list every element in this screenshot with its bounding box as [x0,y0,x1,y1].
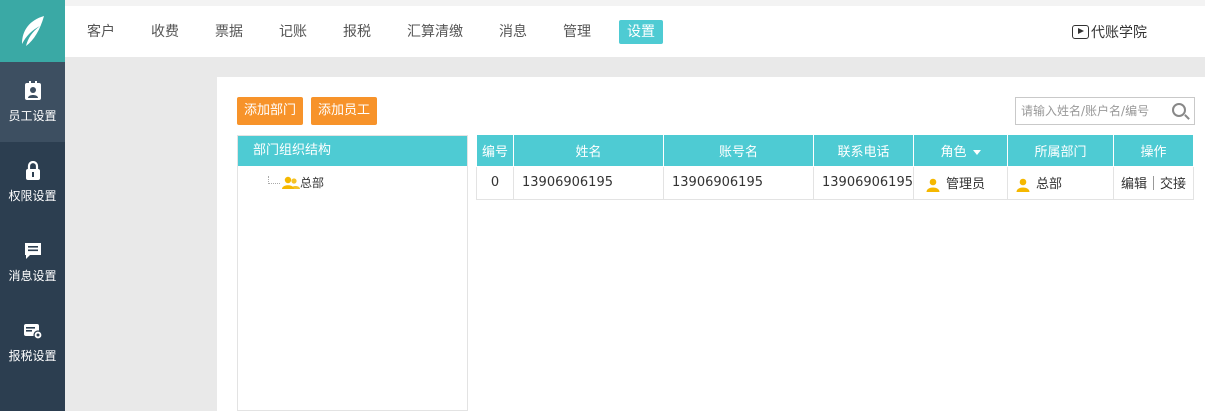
nav-item-annual-settlement[interactable]: 汇算清缴 [399,20,471,44]
feather-logo-icon [21,16,44,46]
tree-node-label: 总部 [300,176,325,190]
tree-connector [268,175,280,184]
add-department-button[interactable]: 添加部门 [237,97,304,125]
nav-item-tax-filing[interactable]: 报税 [335,20,379,44]
sidebar-item-label: 消息设置 [8,268,57,283]
sidebar-item-tax[interactable]: 报税设置 [0,302,65,382]
content-panel: 添加部门 添加员工 部门组织结构 总部 编号 姓名 账号名 联系电话 角色 所属… [217,77,1205,411]
sidebar: 员工设置 权限设置 消息设置 报税设置 [0,0,65,411]
col-header-actions: 操作 [1113,135,1194,167]
id-badge-icon [23,80,43,101]
cell-name: 13906906195 [513,165,664,200]
search-icon[interactable] [1172,103,1186,117]
cell-phone: 13906906195 [813,165,914,200]
top-bar: 客户 收费 票据 记账 报税 汇算清缴 消息 管理 设置 代账学院 [65,0,1205,57]
nav-item-messages[interactable]: 消息 [491,20,535,44]
role-label: 管理员 [946,177,986,192]
department-tree: 部门组织结构 总部 [237,135,468,411]
nav-item-bookkeeping[interactable]: 记账 [271,20,315,44]
col-header-name: 姓名 [513,135,664,167]
col-header-role[interactable]: 角色 [913,135,1008,167]
tree-node-headquarters[interactable]: 总部 [268,174,324,191]
col-header-role-label: 角色 [940,144,967,160]
sidebar-item-label: 报税设置 [8,348,57,363]
sidebar-item-staff[interactable]: 员工设置 [0,62,65,142]
col-header-department: 所属部门 [1007,135,1114,167]
user-icon [926,178,940,192]
cell-department: 总部 [1007,165,1114,200]
cell-role: 管理员 [913,165,1008,200]
message-icon [23,241,43,261]
sidebar-item-messages[interactable]: 消息设置 [0,222,65,302]
nav-item-customers[interactable]: 客户 [79,20,123,44]
main-nav: 客户 收费 票据 记账 报税 汇算清缴 消息 管理 设置 [65,6,663,57]
caret-down-icon [972,149,981,155]
table-row: 0 13906906195 13906906195 13906906195 管理… [476,165,1194,200]
sidebar-item-label: 权限设置 [8,188,57,203]
handover-link[interactable]: 交接 [1160,173,1186,192]
nav-item-invoices[interactable]: 票据 [207,20,251,44]
lock-icon [23,160,43,181]
sidebar-item-permissions[interactable]: 权限设置 [0,142,65,222]
cell-account: 13906906195 [663,165,814,200]
nav-item-settings[interactable]: 设置 [619,19,663,44]
nav-item-charges[interactable]: 收费 [143,20,187,44]
col-header-id: 编号 [476,135,514,167]
table-header-row: 编号 姓名 账号名 联系电话 角色 所属部门 操作 [476,135,1194,167]
divider [1153,175,1154,190]
app-logo[interactable] [0,0,65,62]
academy-label: 代账学院 [1091,24,1147,41]
user-icon [1016,178,1030,192]
col-header-phone: 联系电话 [813,135,914,167]
tree-title: 部门组织结构 [238,136,467,166]
tax-card-icon [23,321,43,341]
play-video-icon [1072,24,1089,39]
sidebar-item-label: 员工设置 [8,108,57,123]
search-box [1015,97,1195,125]
col-header-account: 账号名 [663,135,814,167]
add-staff-button[interactable]: 添加员工 [311,97,378,125]
cell-id: 0 [476,165,514,200]
academy-link[interactable]: 代账学院 [1072,6,1147,57]
nav-item-management[interactable]: 管理 [555,20,599,44]
search-input[interactable] [1016,98,1166,124]
staff-table: 编号 姓名 账号名 联系电话 角色 所属部门 操作 0 13906906195 … [476,135,1194,200]
edit-link[interactable]: 编辑 [1121,173,1147,192]
cell-actions: 编辑 交接 [1113,165,1194,200]
group-icon [282,176,300,189]
department-label: 总部 [1036,177,1063,192]
